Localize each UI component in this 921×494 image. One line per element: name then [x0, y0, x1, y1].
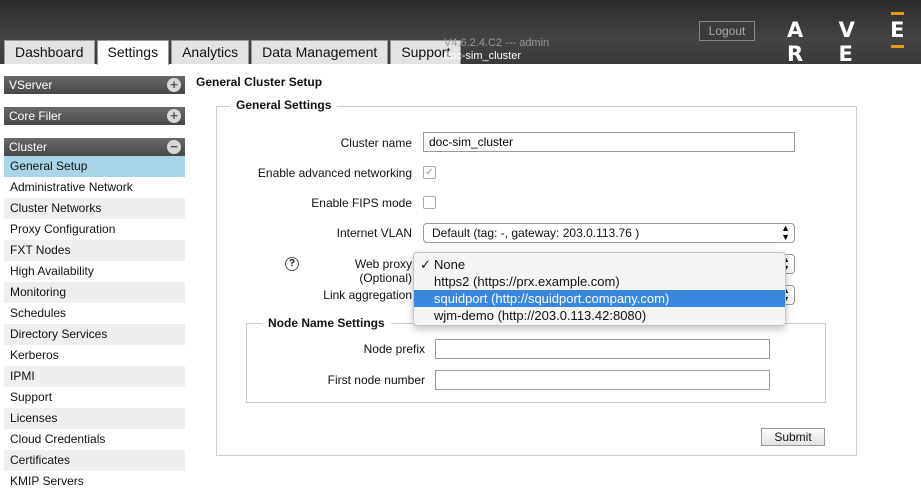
sidebar-item-schedules[interactable]: Schedules [4, 303, 185, 324]
plus-circle-icon[interactable]: + [167, 78, 181, 92]
section-label: Cluster [9, 140, 48, 154]
cluster-nav-list: General Setup Administrative Network Clu… [4, 156, 185, 492]
first-node-number-label: First node number [327, 373, 425, 387]
sidebar-item-proxy-configuration[interactable]: Proxy Configuration [4, 219, 185, 240]
sidebar-item-directory-services[interactable]: Directory Services [4, 324, 185, 345]
sidebar-item-administrative-network[interactable]: Administrative Network [4, 177, 185, 198]
link-aggregation-label: Link aggregation [323, 288, 412, 302]
cluster-name-text: doc-sim_cluster [444, 50, 522, 62]
tab-analytics[interactable]: Analytics [171, 40, 250, 64]
tab-settings[interactable]: Settings [96, 40, 170, 65]
proxy-option-none[interactable]: ✓ None [414, 256, 785, 273]
sidebar-item-high-availability[interactable]: High Availability [4, 261, 185, 282]
fips-label: Enable FIPS mode [311, 196, 412, 210]
cluster-name-label: Cluster name [340, 136, 412, 150]
checkmark-icon: ✓ [420, 257, 431, 272]
page-title: General Cluster Setup [196, 75, 323, 89]
avere-logo: A V E R E [787, 18, 919, 66]
select-arrows-icon: ▲▼ [781, 223, 790, 242]
main-tabs: Dashboard Settings Analytics Data Manage… [4, 40, 463, 65]
sidebar-item-cluster-networks[interactable]: Cluster Networks [4, 198, 185, 219]
plus-circle-icon[interactable]: + [167, 109, 181, 123]
help-icon[interactable]: ? [285, 257, 299, 271]
submit-button[interactable]: Submit [761, 428, 825, 446]
node-name-legend: Node Name Settings [262, 316, 391, 330]
sidebar-item-monitoring[interactable]: Monitoring [4, 282, 185, 303]
vlan-select-value: Default (tag: -, gateway: 203.0.113.76 ) [432, 226, 640, 240]
sidebar-item-cloud-credentials[interactable]: Cloud Credentials [4, 429, 185, 450]
web-proxy-label: Web proxy (Optional) [354, 257, 412, 285]
sidebar-section-vserver[interactable]: VServer + [4, 76, 185, 94]
sidebar: VServer + Core Filer + Cluster − General… [4, 76, 185, 492]
option-label: squidport (http://squidport.company.com) [434, 291, 670, 306]
node-prefix-label: Node prefix [363, 342, 425, 356]
sidebar-item-licenses[interactable]: Licenses [4, 408, 185, 429]
sidebar-item-certificates[interactable]: Certificates [4, 450, 185, 471]
fips-checkbox[interactable] [423, 196, 436, 209]
adv-networking-label: Enable advanced networking [257, 166, 412, 180]
adv-networking-checkbox[interactable]: ✓ [423, 166, 436, 179]
tab-dashboard[interactable]: Dashboard [4, 40, 95, 64]
minus-circle-icon[interactable]: − [167, 140, 181, 154]
section-label: Core Filer [9, 109, 62, 123]
proxy-option-https2[interactable]: https2 (https://prx.example.com) [414, 273, 785, 290]
version-text: V4.6.2.4.C2 --- admin [444, 37, 550, 49]
web-proxy-dropdown: ✓ None https2 (https://prx.example.com) … [413, 252, 786, 326]
top-header: Dashboard Settings Analytics Data Manage… [0, 0, 921, 66]
node-name-fieldset [246, 323, 826, 403]
vlan-label: Internet VLAN [336, 226, 412, 240]
option-label: None [434, 257, 466, 272]
proxy-option-squidport[interactable]: squidport (http://squidport.company.com) [414, 290, 785, 307]
node-prefix-field[interactable] [435, 339, 770, 359]
sidebar-item-fxt-nodes[interactable]: FXT Nodes [4, 240, 185, 261]
sidebar-item-ipmi[interactable]: IPMI [4, 366, 185, 387]
proxy-option-wjm-demo[interactable]: wjm-demo (http://203.0.113.42:8080) [414, 307, 785, 324]
cluster-name-field[interactable] [423, 132, 795, 152]
tab-data-management[interactable]: Data Management [251, 40, 389, 64]
section-label: VServer [9, 78, 53, 92]
sidebar-item-support[interactable]: Support [4, 387, 185, 408]
sidebar-section-core-filer[interactable]: Core Filer + [4, 107, 185, 125]
sidebar-item-general-setup[interactable]: General Setup [4, 156, 185, 177]
option-label: wjm-demo (http://203.0.113.42:8080) [434, 308, 647, 323]
general-settings-legend: General Settings [230, 98, 338, 112]
vlan-select[interactable]: Default (tag: -, gateway: 203.0.113.76 )… [423, 223, 795, 243]
sidebar-item-kmip-servers[interactable]: KMIP Servers [4, 471, 185, 492]
logout-button[interactable]: Logout [699, 21, 755, 41]
sidebar-section-cluster[interactable]: Cluster − [4, 138, 185, 156]
sidebar-item-kerberos[interactable]: Kerberos [4, 345, 185, 366]
option-label: https2 (https://prx.example.com) [434, 274, 620, 289]
first-node-number-field[interactable] [435, 370, 770, 390]
